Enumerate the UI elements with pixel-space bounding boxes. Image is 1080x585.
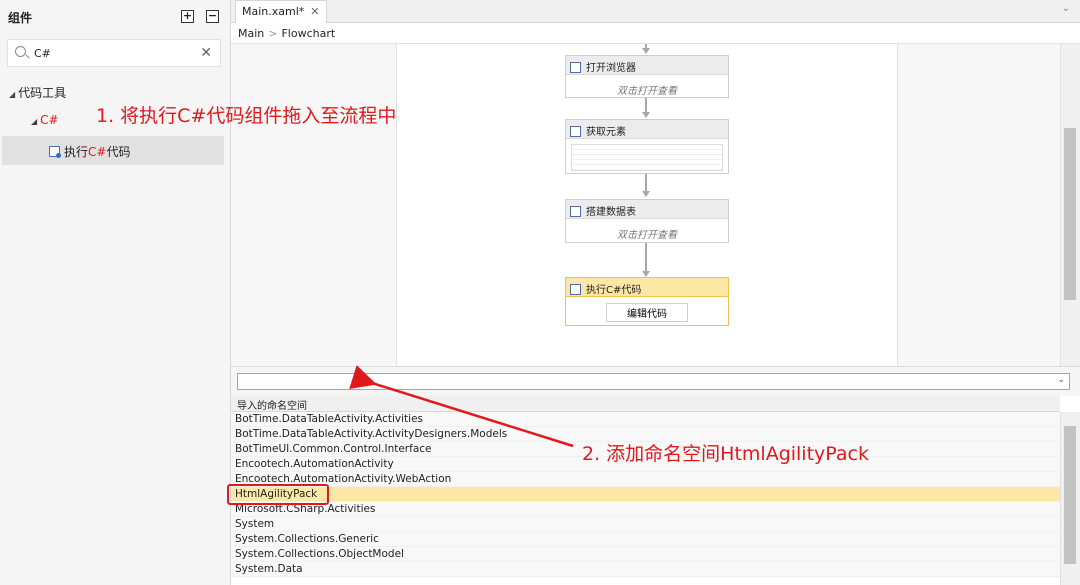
activity-get-element[interactable]: 获取元素 [565, 119, 729, 174]
namespace-row[interactable]: System.Collections.ObjectModel [231, 547, 1060, 562]
canvas-vertical-scrollbar[interactable] [1060, 44, 1080, 366]
tab-close-icon[interactable]: ✕ [310, 5, 319, 18]
namespace-row[interactable]: System.Collections.Generic [231, 532, 1060, 547]
namespace-row[interactable]: BotTime.DataTableActivity.Activities [231, 412, 1060, 427]
tab-main-xaml[interactable]: Main.xaml* ✕ [235, 0, 327, 23]
scrollbar-thumb[interactable] [1064, 426, 1076, 564]
tree-category-code-tools[interactable]: ◢ 代码工具 [9, 84, 66, 101]
connector-arrow [642, 191, 650, 197]
activity-title: 获取元素 [586, 127, 626, 138]
breadcrumb-root[interactable]: Main [238, 27, 264, 40]
activity-icon [49, 146, 61, 158]
tree-subcategory-csharp[interactable]: ◢ C# [31, 113, 59, 127]
activity-build-datatable[interactable]: 搭建数据表 双击打开查看 [565, 199, 729, 243]
namespace-row[interactable]: Microsoft.CSharp.Activities [231, 502, 1060, 517]
tree-category-label: 代码工具 [18, 86, 67, 100]
tree-item-highlight: C# [88, 145, 107, 159]
search-icon [15, 46, 26, 57]
document-tab-bar: Main.xaml* ✕ ⌄ [231, 0, 1080, 23]
connector-line [645, 174, 647, 192]
namespace-input[interactable]: ⌄ [237, 373, 1070, 390]
breadcrumb-current[interactable]: Flowchart [281, 27, 335, 40]
edit-code-button[interactable]: 编辑代码 [606, 303, 688, 322]
expand-triangle-icon[interactable]: ◢ [9, 90, 15, 99]
breadcrumb-separator: > [268, 27, 278, 40]
cube-icon [570, 126, 581, 137]
connector-line [645, 243, 647, 271]
expand-triangle-icon[interactable]: ◢ [31, 117, 37, 126]
activity-title: 搭建数据表 [586, 207, 636, 218]
tree-item-prefix: 执行 [64, 145, 89, 159]
expand-all-button[interactable]: + [181, 10, 194, 23]
activity-hint: 双击打开查看 [617, 86, 677, 97]
annotation-highlight-box [227, 484, 329, 505]
clear-search-icon[interactable]: ✕ [200, 45, 212, 61]
datatable-icon [570, 206, 581, 217]
components-panel-title: 组件 [8, 11, 33, 25]
collapse-all-button[interactable]: − [206, 10, 219, 23]
code-activity-icon [570, 284, 581, 295]
tree-item-suffix: 代码 [106, 145, 131, 159]
activity-hint: 双击打开查看 [617, 230, 677, 241]
tab-label: Main.xaml* [242, 5, 305, 18]
annotation-step-1: 1. 将执行C#代码组件拖入至流程中 [96, 105, 397, 127]
activity-open-browser[interactable]: 打开浏览器 双击打开查看 [565, 55, 729, 98]
component-search-box: ✕ [7, 39, 221, 67]
activity-title: 执行C#代码 [586, 285, 642, 296]
namespaces-vertical-scrollbar[interactable] [1060, 412, 1080, 585]
breadcrumb: Main > Flowchart [231, 23, 1080, 44]
activity-title: 打开浏览器 [586, 63, 636, 74]
tree-subcategory-label: C# [40, 113, 59, 127]
annotation-step-2: 2. 添加命名空间HtmlAgilityPack [582, 443, 869, 465]
namespace-row-selected[interactable]: HtmlAgilityPack [231, 487, 1060, 502]
imported-namespaces-list: 导入的命名空间 BotTime.DataTableActivity.Activi… [231, 396, 1060, 585]
scrollbar-thumb[interactable] [1064, 128, 1076, 300]
namespace-dropdown-icon[interactable]: ⌄ [1057, 375, 1065, 385]
component-search-input[interactable] [34, 45, 194, 62]
activity-run-csharp[interactable]: 执行C#代码 编辑代码 [565, 277, 729, 326]
namespaces-header: 导入的命名空间 [231, 396, 1060, 412]
browser-icon [570, 62, 581, 73]
components-panel: 组件 + − ✕ ◢代码工具 ◢C# 执行C#代码 [0, 0, 231, 585]
tree-item-run-csharp[interactable]: 执行C#代码 [2, 136, 224, 165]
tab-dropdown-icon[interactable]: ⌄ [1062, 3, 1070, 14]
connector-arrow [642, 48, 650, 54]
namespace-row[interactable]: Encootech.AutomationActivity.WebAction [231, 472, 1060, 487]
connector-arrow [642, 112, 650, 118]
flowchart-canvas[interactable]: 打开浏览器 双击打开查看 获取元素 搭建数据表 双击打开查看 执行C#代码 编辑… [231, 44, 1060, 366]
namespace-input-bar: ⌄ [231, 366, 1080, 396]
namespace-row[interactable]: System.Data [231, 562, 1060, 577]
element-preview-thumbnail [571, 144, 723, 171]
namespace-row[interactable]: System [231, 517, 1060, 532]
